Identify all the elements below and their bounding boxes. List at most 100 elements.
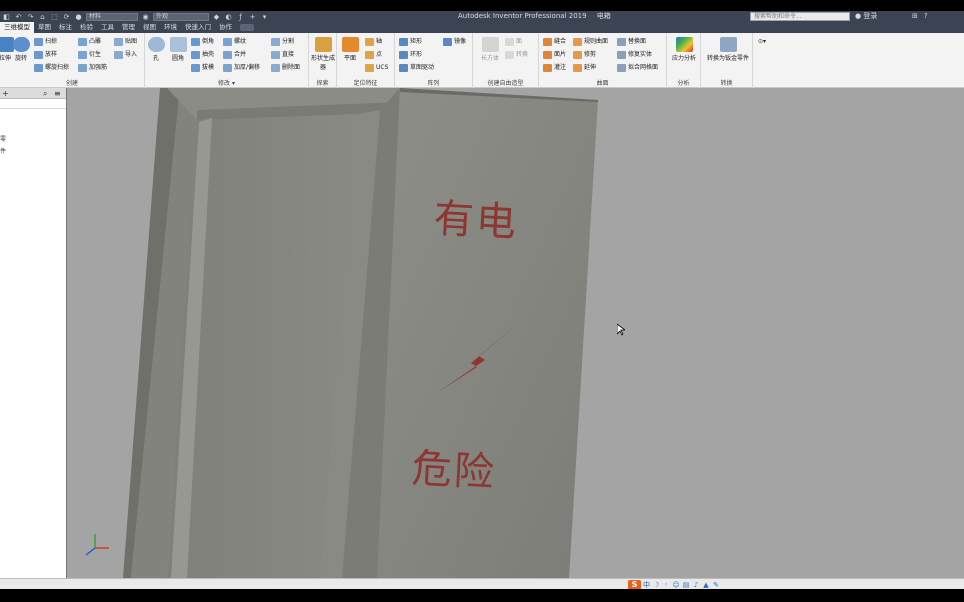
delete-face-button[interactable]: 删除面 — [271, 63, 300, 73]
stress-analysis-button[interactable]: 应力分析 — [671, 37, 697, 62]
combine-icon — [223, 51, 232, 59]
delete-face-icon — [271, 64, 280, 72]
repair-bodies-icon — [617, 51, 626, 59]
menu-icon[interactable]: ≡ — [54, 88, 61, 99]
loft-button[interactable]: 放样 — [34, 50, 57, 60]
letterbox-top — [0, 0, 964, 11]
thread-button[interactable]: 螺纹 — [223, 37, 246, 47]
sketch-driven-pattern-button[interactable]: 草图驱动 — [399, 63, 434, 73]
tab-tools[interactable]: 工具 — [97, 22, 118, 33]
mirror-button[interactable]: 镜像 — [443, 37, 466, 47]
fx-icon[interactable]: ƒ — [236, 13, 245, 21]
circular-pattern-button[interactable]: 环形 — [399, 50, 422, 60]
help-icon[interactable]: ? — [924, 11, 928, 22]
search-icon[interactable]: ⌕ — [43, 88, 47, 99]
home-icon[interactable]: ⌂ — [38, 13, 47, 21]
hole-icon — [147, 37, 165, 52]
tree-item[interactable]: 件 — [0, 146, 6, 155]
tab-get-started[interactable]: 快速入门 — [181, 22, 215, 33]
replace-face-button[interactable]: 替换面 — [617, 37, 646, 47]
tab-environments[interactable]: 环境 — [160, 22, 181, 33]
box-freeform-button[interactable]: 长方体 — [477, 37, 503, 62]
thicken-offset-button[interactable]: 加厚/偏移 — [223, 63, 260, 73]
view-axis-triad[interactable] — [85, 534, 109, 556]
decal-button[interactable]: 贴图 — [114, 37, 137, 47]
material-dropdown[interactable]: 材料 — [86, 12, 138, 21]
redo-icon[interactable]: ↷ — [26, 13, 35, 21]
panel-modify-title[interactable]: 修改 ▾ — [145, 79, 308, 88]
tab-inspect[interactable]: 检验 — [76, 22, 97, 33]
face-freeform-button[interactable]: 面 — [505, 37, 522, 47]
sweep-button[interactable]: 扫掠 — [34, 37, 57, 47]
face-freeform-icon — [505, 38, 514, 46]
color-icon[interactable]: ● — [74, 13, 83, 21]
ucs-button[interactable]: UCS — [365, 63, 388, 73]
derive-button[interactable]: 衍生 — [78, 50, 101, 60]
select-icon[interactable]: ⬚ — [50, 13, 59, 21]
revolve-button[interactable]: 旋转 — [8, 37, 34, 62]
axis-button[interactable]: 轴 — [365, 37, 382, 47]
direct-button[interactable]: 直接 — [271, 50, 294, 60]
voice-icon[interactable]: ♪ — [692, 581, 700, 589]
tab-overflow-button[interactable] — [240, 24, 254, 31]
clear-icon[interactable]: ◐ — [224, 13, 233, 21]
coil-button[interactable]: 螺旋扫掠 — [34, 63, 69, 73]
emboss-icon — [78, 38, 87, 46]
customize-icon[interactable]: ▾ — [260, 13, 269, 21]
tab-annotate[interactable]: 标注 — [55, 22, 76, 33]
file-menu-icon[interactable]: ◧ — [2, 13, 11, 21]
rib-button[interactable]: 加强筋 — [78, 63, 107, 73]
tab-view[interactable]: 视图 — [139, 22, 160, 33]
tree-item[interactable]: 零 — [0, 134, 6, 143]
stitch-button[interactable]: 缝合 — [543, 37, 566, 47]
plus-icon[interactable]: + — [248, 13, 257, 21]
ribbon-options-button[interactable]: ⊙▾ — [758, 37, 766, 47]
add-icon[interactable]: + — [2, 88, 9, 99]
fillet-button[interactable]: 圆角 — [165, 37, 191, 62]
emoji-icon[interactable]: ☺ — [672, 581, 680, 589]
chamfer-button[interactable]: 倒角 — [191, 37, 214, 47]
repair-bodies-button[interactable]: 修复实体 — [617, 50, 652, 60]
shell-button[interactable]: 抽壳 — [191, 50, 214, 60]
rectangular-pattern-button[interactable]: 矩形 — [399, 37, 422, 47]
tab-3d-model[interactable]: 三维模型 — [0, 22, 34, 33]
punctuation-icon[interactable]: ◦ — [662, 581, 670, 589]
axis-icon — [365, 38, 374, 46]
panel-work-features-title: 定位特征 — [353, 80, 378, 87]
fit-mesh-face-button[interactable]: 拟合网格面 — [617, 63, 658, 73]
ime-mode-label[interactable]: 中 — [643, 580, 650, 590]
sculpt-button[interactable]: 灌注 — [543, 63, 566, 73]
draft-button[interactable]: 拔模 — [191, 63, 214, 73]
tab-collaborate[interactable]: 协作 — [215, 22, 236, 33]
keyboard-icon[interactable]: ▤ — [682, 581, 690, 589]
trim-button[interactable]: 修剪 — [573, 50, 596, 60]
undo-icon[interactable]: ↶ — [14, 13, 23, 21]
extend-button[interactable]: 延伸 — [573, 63, 596, 73]
update-icon[interactable]: ⟳ — [62, 13, 71, 21]
shape-generator-button[interactable]: 形状生成器 — [310, 37, 336, 71]
import-icon — [114, 51, 123, 59]
convert-freeform-button[interactable]: 转换 — [505, 50, 528, 60]
import-button[interactable]: 导入 — [114, 50, 137, 60]
appearance-dropdown[interactable]: 外观 — [153, 12, 209, 21]
combine-button[interactable]: 合并 — [223, 50, 246, 60]
plane-button[interactable]: 平面 — [337, 37, 363, 62]
skin-icon[interactable]: ▲ — [702, 581, 710, 589]
shell-icon — [191, 51, 200, 59]
help-search-input[interactable]: 搜索帮助和命令... — [750, 12, 850, 21]
emboss-button[interactable]: 凸雕 — [78, 37, 101, 47]
ruled-surface-button[interactable]: 规则曲面 — [573, 37, 608, 47]
point-button[interactable]: 点 — [365, 50, 382, 60]
split-button[interactable]: 分割 — [271, 37, 294, 47]
adjust-icon[interactable]: ◆ — [212, 13, 221, 21]
title-bar-right: ⊞ ? — [912, 11, 928, 22]
tab-manage[interactable]: 管理 — [118, 22, 139, 33]
wrench-icon[interactable]: ✎ — [712, 581, 720, 589]
cart-icon[interactable]: ⊞ — [912, 11, 918, 22]
login-button[interactable]: ● 登录 — [855, 11, 877, 22]
convert-to-sheet-metal-button[interactable]: 转换为钣金零件 — [705, 37, 751, 62]
graphics-viewport[interactable]: 有电 危险 — [67, 88, 964, 578]
moon-icon[interactable]: ☽ — [652, 581, 660, 589]
patch-button[interactable]: 面片 — [543, 50, 566, 60]
tab-sketch[interactable]: 草图 — [34, 22, 55, 33]
